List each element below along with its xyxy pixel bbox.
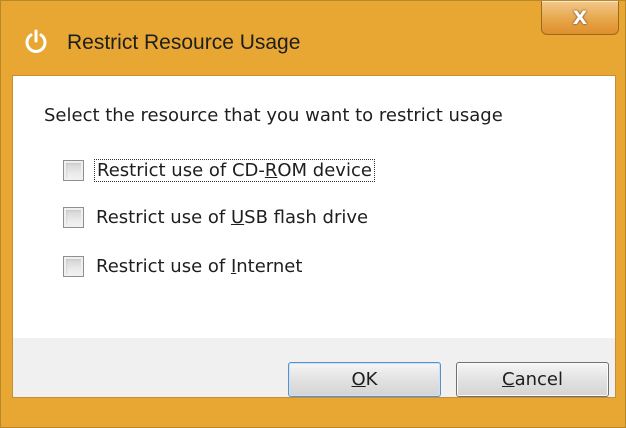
title-bar[interactable]: Restrict Resource Usage X	[1, 1, 626, 75]
close-icon: X	[572, 6, 588, 29]
instruction-text: Select the resource that you want to res…	[44, 105, 503, 126]
usb-label[interactable]: Restrict use of USB flash drive	[94, 207, 370, 228]
power-icon	[25, 29, 47, 53]
ok-button[interactable]: OK	[288, 362, 441, 397]
internet-checkbox[interactable]	[63, 255, 84, 277]
close-button[interactable]: X	[541, 1, 619, 35]
dialog-window: Restrict Resource Usage X Select the res…	[0, 0, 626, 428]
option-cdrom[interactable]: Restrict use of CD-ROM device	[63, 156, 375, 184]
internet-label[interactable]: Restrict use of Internet	[94, 256, 304, 277]
usb-checkbox[interactable]	[63, 206, 84, 228]
option-usb[interactable]: Restrict use of USB flash drive	[63, 203, 370, 231]
option-internet[interactable]: Restrict use of Internet	[63, 252, 304, 280]
window-title: Restrict Resource Usage	[67, 31, 301, 54]
cancel-button[interactable]: Cancel	[456, 362, 609, 397]
cdrom-label[interactable]: Restrict use of CD-ROM device	[94, 158, 375, 182]
cdrom-checkbox[interactable]	[63, 159, 84, 181]
